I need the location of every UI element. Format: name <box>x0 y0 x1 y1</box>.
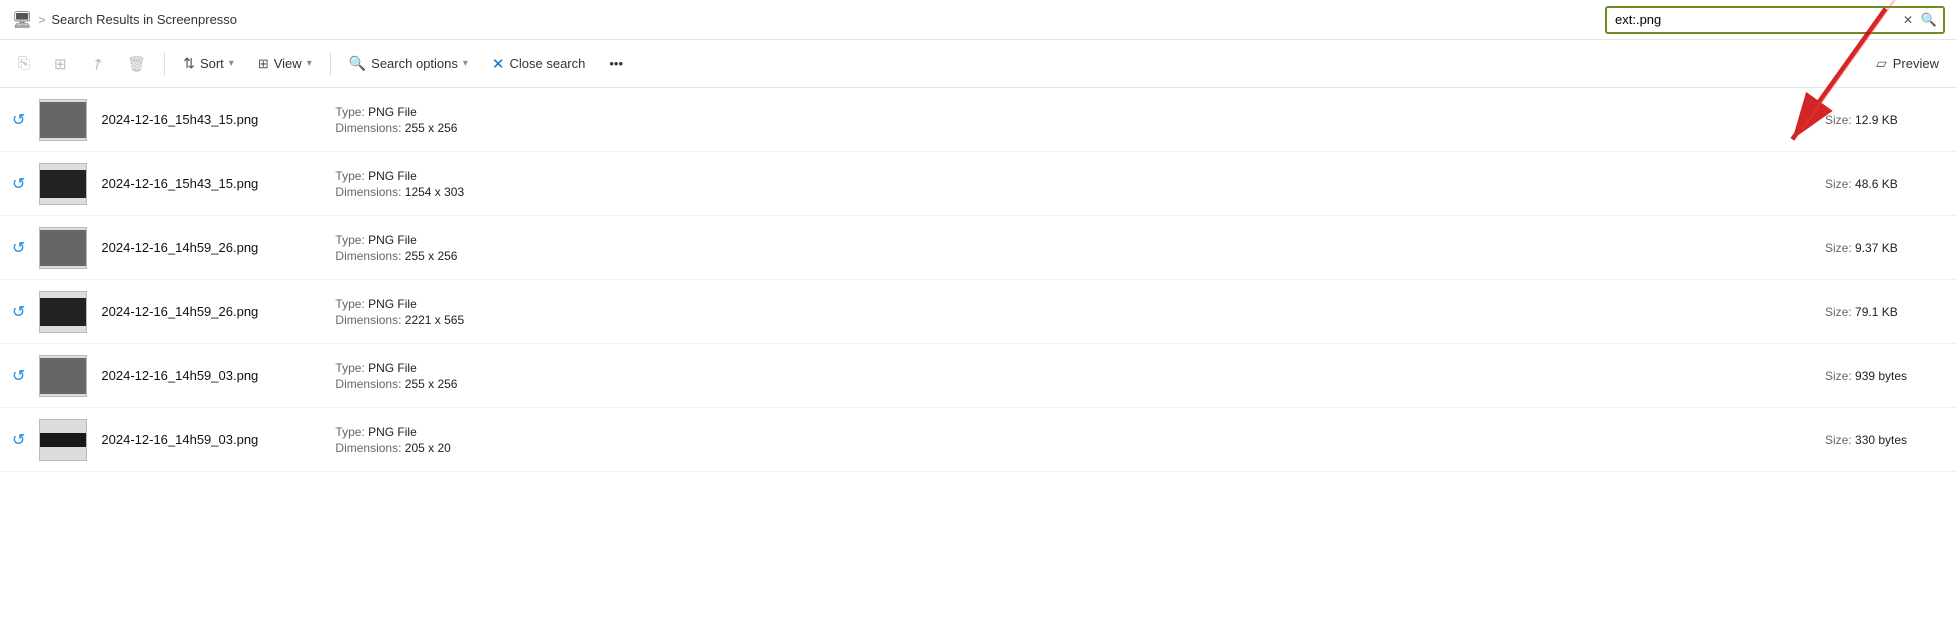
search-box-wrapper: ✕ 🔍 <box>1605 6 1945 34</box>
close-search-button[interactable]: ✕ Close search <box>482 51 595 77</box>
sync-icon: ↺ <box>12 366 25 386</box>
table-row[interactable]: ↺ 2024-12-16_15h43_15.png Type: PNG File… <box>0 152 1957 216</box>
table-row[interactable]: ↺ 2024-12-16_14h59_03.png Type: PNG File… <box>0 408 1957 472</box>
more-options-label: ••• <box>609 56 623 71</box>
sort-chevron-icon: ▾ <box>229 58 234 69</box>
separator-1 <box>164 52 165 76</box>
file-thumbnail <box>39 291 87 333</box>
file-dimensions: Dimensions: 255 x 256 <box>335 121 1811 135</box>
close-search-icon: ✕ <box>492 55 505 73</box>
file-size: Size: 79.1 KB <box>1825 305 1945 319</box>
file-type: Type: PNG File <box>335 169 1811 183</box>
file-name: 2024-12-16_14h59_26.png <box>101 304 321 319</box>
file-list: ↺ 2024-12-16_15h43_15.png Type: PNG File… <box>0 88 1957 618</box>
file-thumbnail <box>39 419 87 461</box>
sync-icon: ↺ <box>12 110 25 130</box>
file-dimensions: Dimensions: 255 x 256 <box>335 377 1811 391</box>
copy-button[interactable]: ⎘ <box>8 51 40 76</box>
file-meta: Type: PNG File Dimensions: 205 x 20 <box>335 425 1811 455</box>
sync-icon: ↺ <box>12 430 25 450</box>
file-thumbnail <box>39 227 87 269</box>
search-input[interactable] <box>1605 6 1945 34</box>
monitor-icon: 🖥 <box>12 10 32 30</box>
delete-button[interactable]: 🗑 <box>117 51 156 77</box>
view-icon: ⊞ <box>258 56 269 72</box>
view-label: View <box>274 56 302 71</box>
file-size: Size: 9.37 KB <box>1825 241 1945 255</box>
file-size: Size: 12.9 KB <box>1825 113 1945 127</box>
toolbar: ⎘ ⊞ ↗ 🗑 ⇅ Sort ▾ ⊞ View ▾ 🔍 Search optio… <box>0 40 1957 88</box>
file-name: 2024-12-16_14h59_26.png <box>101 240 321 255</box>
file-size: Size: 48.6 KB <box>1825 177 1945 191</box>
file-type: Type: PNG File <box>335 297 1811 311</box>
file-meta: Type: PNG File Dimensions: 2221 x 565 <box>335 297 1811 327</box>
gallery-button[interactable]: ⊞ <box>44 51 77 77</box>
separator-2 <box>330 52 331 76</box>
breadcrumb-path: Search Results in Screenpresso <box>51 12 237 27</box>
file-type: Type: PNG File <box>335 361 1811 375</box>
title-bar: 🖥 > Search Results in Screenpresso ✕ 🔍 <box>0 0 1957 40</box>
breadcrumb-chevron: > <box>38 13 45 27</box>
view-button[interactable]: ⊞ View ▾ <box>248 52 322 76</box>
file-type: Type: PNG File <box>335 233 1811 247</box>
file-name: 2024-12-16_15h43_15.png <box>101 176 321 191</box>
file-dimensions: Dimensions: 255 x 256 <box>335 249 1811 263</box>
search-options-button[interactable]: 🔍 Search options ▾ <box>339 51 478 76</box>
sync-icon: ↺ <box>12 174 25 194</box>
file-name: 2024-12-16_14h59_03.png <box>101 368 321 383</box>
file-dimensions: Dimensions: 1254 x 303 <box>335 185 1811 199</box>
preview-label: Preview <box>1893 56 1939 71</box>
file-type: Type: PNG File <box>335 425 1811 439</box>
table-row[interactable]: ↺ 2024-12-16_14h59_03.png Type: PNG File… <box>0 344 1957 408</box>
more-options-button[interactable]: ••• <box>599 52 633 75</box>
close-search-label: Close search <box>510 56 586 71</box>
sync-icon: ↺ <box>12 302 25 322</box>
search-options-chevron-icon: ▾ <box>463 58 468 69</box>
file-size: Size: 939 bytes <box>1825 369 1945 383</box>
file-thumbnail <box>39 355 87 397</box>
file-dimensions: Dimensions: 2221 x 565 <box>335 313 1811 327</box>
file-meta: Type: PNG File Dimensions: 1254 x 303 <box>335 169 1811 199</box>
table-row[interactable]: ↺ 2024-12-16_15h43_15.png Type: PNG File… <box>0 88 1957 152</box>
copy-icon: ⎘ <box>18 55 30 72</box>
preview-icon: ▱ <box>1876 55 1887 72</box>
file-thumbnail <box>39 99 87 141</box>
search-submit-button[interactable]: 🔍 <box>1917 10 1941 30</box>
file-type: Type: PNG File <box>335 105 1811 119</box>
file-name: 2024-12-16_14h59_03.png <box>101 432 321 447</box>
file-thumbnail <box>39 163 87 205</box>
sort-button[interactable]: ⇅ Sort ▾ <box>173 51 244 76</box>
search-clear-button[interactable]: ✕ <box>1899 11 1917 29</box>
file-meta: Type: PNG File Dimensions: 255 x 256 <box>335 361 1811 391</box>
file-meta: Type: PNG File Dimensions: 255 x 256 <box>335 105 1811 135</box>
file-name: 2024-12-16_15h43_15.png <box>101 112 321 127</box>
view-chevron-icon: ▾ <box>307 58 312 69</box>
file-dimensions: Dimensions: 205 x 20 <box>335 441 1811 455</box>
sort-icon: ⇅ <box>183 55 195 72</box>
sync-icon: ↺ <box>12 238 25 258</box>
file-size: Size: 330 bytes <box>1825 433 1945 447</box>
table-row[interactable]: ↺ 2024-12-16_14h59_26.png Type: PNG File… <box>0 216 1957 280</box>
table-row[interactable]: ↺ 2024-12-16_14h59_26.png Type: PNG File… <box>0 280 1957 344</box>
sort-label: Sort <box>200 56 224 71</box>
gallery-icon: ⊞ <box>54 55 67 73</box>
file-meta: Type: PNG File Dimensions: 255 x 256 <box>335 233 1811 263</box>
delete-icon: 🗑 <box>127 55 146 73</box>
preview-button[interactable]: ▱ Preview <box>1866 51 1949 76</box>
share-button[interactable]: ↗ <box>81 51 114 77</box>
share-icon: ↗ <box>87 53 107 75</box>
search-options-icon: 🔍 <box>349 55 366 72</box>
search-options-label: Search options <box>371 56 458 71</box>
